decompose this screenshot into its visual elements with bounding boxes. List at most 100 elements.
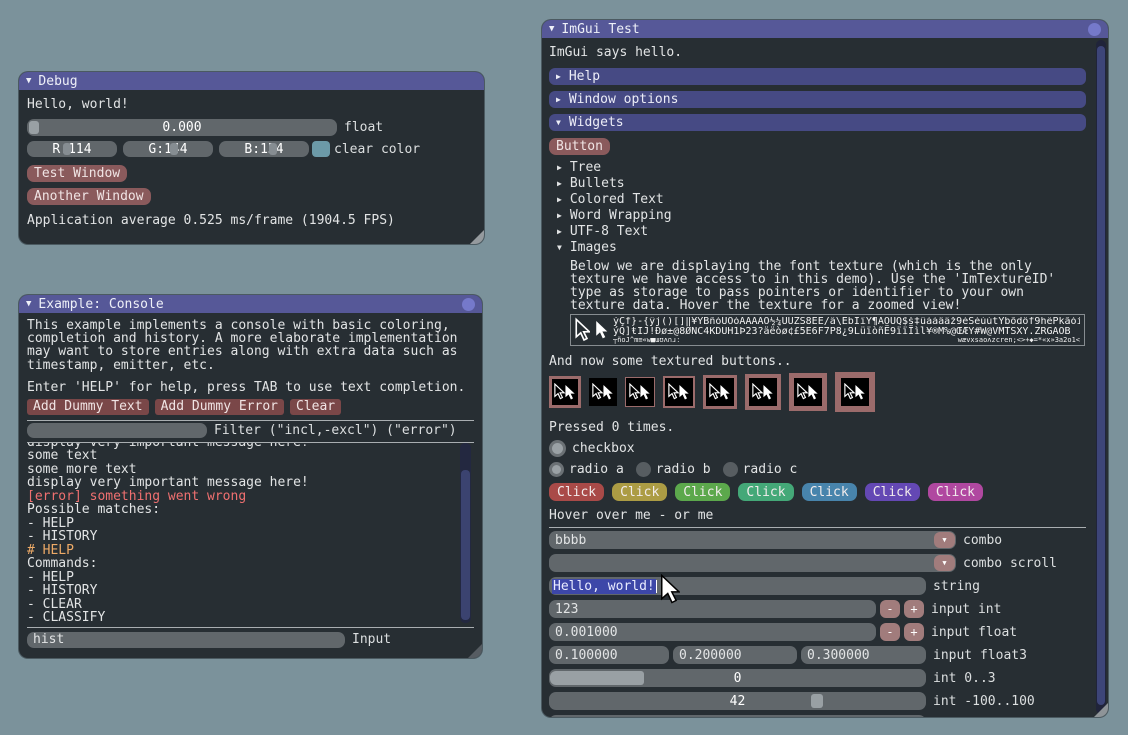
images-description: Below we are displaying the font texture… [570, 260, 1075, 312]
float3-input-x[interactable]: 0.100000 [549, 646, 669, 664]
collapse-icon[interactable]: ▼ [26, 295, 31, 313]
green-slider[interactable]: G:144 [123, 141, 213, 157]
int-slider-minus100-100[interactable]: 42 [549, 692, 926, 710]
combo-scroll-label: combo scroll [963, 556, 1057, 571]
image-button[interactable] [835, 372, 875, 412]
console-log[interactable]: display very important message here! som… [27, 443, 474, 625]
close-icon[interactable] [1088, 23, 1101, 36]
click-button[interactable]: Click [802, 483, 857, 501]
float3-input-z[interactable]: 0.300000 [801, 646, 926, 664]
console-command-input[interactable]: hist [27, 632, 345, 648]
radio-b[interactable]: radio b [636, 462, 711, 477]
click-button[interactable]: Click [549, 483, 604, 501]
chevron-down-icon[interactable]: ▼ [934, 555, 955, 571]
scrollbar[interactable] [1096, 40, 1106, 714]
filter-input[interactable] [27, 423, 207, 438]
slider-grab[interactable] [29, 121, 39, 134]
image-button[interactable] [745, 374, 781, 410]
hover-text[interactable]: Hover over me - or me [549, 508, 1086, 523]
chevron-down-icon[interactable]: ▼ [934, 532, 955, 548]
tree-node-bullets[interactable]: ▶ Bullets [549, 175, 1086, 191]
test-window-button[interactable]: Test Window [27, 165, 127, 182]
header-help[interactable]: ▶ Help [549, 68, 1086, 85]
minus-button[interactable]: - [880, 600, 900, 618]
blue-slider[interactable]: B:154 [219, 141, 309, 157]
checkbox-label: checkbox [572, 441, 635, 456]
tree-node-utf8-text[interactable]: ▶ UTF-8 Text [549, 223, 1086, 239]
resize-grip[interactable] [470, 230, 484, 244]
collapse-icon[interactable]: ▼ [549, 20, 554, 38]
float-value: 0.001000 [555, 625, 618, 640]
add-dummy-text-button[interactable]: Add Dummy Text [27, 399, 149, 415]
combo-select[interactable]: bbbb ▼ [549, 531, 956, 549]
plus-button[interactable]: + [904, 623, 924, 641]
log-line: some more text [27, 463, 474, 477]
float-slider[interactable]: 4.132 [549, 715, 926, 717]
slider-grab[interactable] [811, 694, 823, 708]
chevron-right-icon: ▶ [557, 211, 562, 220]
float3-input-y[interactable]: 0.200000 [673, 646, 797, 664]
another-window-button[interactable]: Another Window [27, 188, 151, 205]
tree-node-word-wrapping[interactable]: ▶ Word Wrapping [549, 207, 1086, 223]
header-window-options[interactable]: ▶ Window options [549, 91, 1086, 108]
string-input[interactable]: Hello, world! [549, 577, 926, 595]
click-button[interactable]: Click [675, 483, 730, 501]
font-texture-image[interactable]: ýÇf}-{ÿj()[]‖¥ÝBñòÙÖóÄÂÀÁÖ½¼ÙÚŽŠ8ÉÊ/â\Èb… [570, 314, 1085, 346]
string-value-selected: Hello, world! [552, 579, 656, 594]
close-icon[interactable] [462, 298, 475, 311]
imgui-test-window: ▼ ImGui Test ImGui says hello. ▶ Help ▶ … [542, 20, 1108, 717]
collapse-icon[interactable]: ▼ [26, 72, 31, 90]
debug-titlebar[interactable]: ▼ Debug [19, 72, 484, 90]
image-button[interactable] [589, 378, 617, 406]
scrollbar[interactable] [460, 443, 471, 623]
slider-grab[interactable] [170, 143, 178, 155]
image-button[interactable] [703, 375, 737, 409]
plus-button[interactable]: + [904, 600, 924, 618]
filter-label: Filter ("incl,-excl") ("error") [214, 423, 457, 438]
click-button[interactable]: Click [928, 483, 983, 501]
radio-a[interactable]: radio a [549, 462, 624, 477]
slider-grab[interactable] [63, 143, 71, 155]
red-slider[interactable]: R:114 [27, 141, 117, 157]
window-title: Example: Console [38, 297, 163, 312]
int-input[interactable]: 123 [549, 600, 876, 618]
image-button[interactable] [549, 376, 581, 408]
click-button[interactable]: Click [612, 483, 667, 501]
radio-c[interactable]: radio c [723, 462, 798, 477]
header-label: Help [569, 69, 600, 84]
combo-scroll-select[interactable]: ▼ [549, 554, 956, 572]
resize-grip[interactable] [1094, 703, 1108, 717]
texture-row: ┬ñoJ^m≡«w■ɯʊʌ∩ɹː wævxsaoʌzcren;<>+◆=*«x»… [613, 337, 1080, 344]
checkbox[interactable] [549, 440, 566, 457]
slider-grab[interactable] [550, 671, 644, 685]
image-button[interactable] [789, 373, 827, 411]
window-title: ImGui Test [561, 22, 639, 37]
scrollbar-thumb[interactable] [461, 470, 470, 620]
tree-node-colored-text[interactable]: ▶ Colored Text [549, 191, 1086, 207]
int-slider-0-3[interactable]: 0 [549, 669, 926, 687]
clear-color-swatch[interactable] [312, 141, 330, 157]
slider-grab[interactable] [269, 143, 277, 155]
click-button[interactable]: Click [738, 483, 793, 501]
float-input[interactable]: 0.001000 [549, 623, 876, 641]
header-widgets[interactable]: ▼ Widgets [549, 114, 1086, 131]
add-dummy-error-button[interactable]: Add Dummy Error [155, 399, 284, 415]
slider-label: int 0..3 [933, 671, 996, 686]
tree-label: Bullets [570, 176, 625, 191]
scrollbar-thumb[interactable] [1097, 46, 1105, 705]
float-input-label: input float [931, 625, 1017, 640]
tree-node-images[interactable]: ▼ Images [549, 239, 1086, 255]
log-line: - HISTORY [27, 530, 474, 544]
test-titlebar[interactable]: ▼ ImGui Test [542, 20, 1108, 38]
click-button[interactable]: Click [865, 483, 920, 501]
image-button[interactable] [625, 377, 655, 407]
float-slider[interactable]: 0.000 [27, 119, 337, 136]
tree-node-tree[interactable]: ▶ Tree [549, 159, 1086, 175]
button-widget[interactable]: Button [549, 138, 610, 155]
minus-button[interactable]: - [880, 623, 900, 641]
log-line: - HELP [27, 571, 474, 585]
clear-button[interactable]: Clear [290, 399, 341, 415]
console-titlebar[interactable]: ▼ Example: Console [19, 295, 482, 313]
resize-grip[interactable] [468, 644, 482, 658]
image-button[interactable] [663, 376, 695, 408]
